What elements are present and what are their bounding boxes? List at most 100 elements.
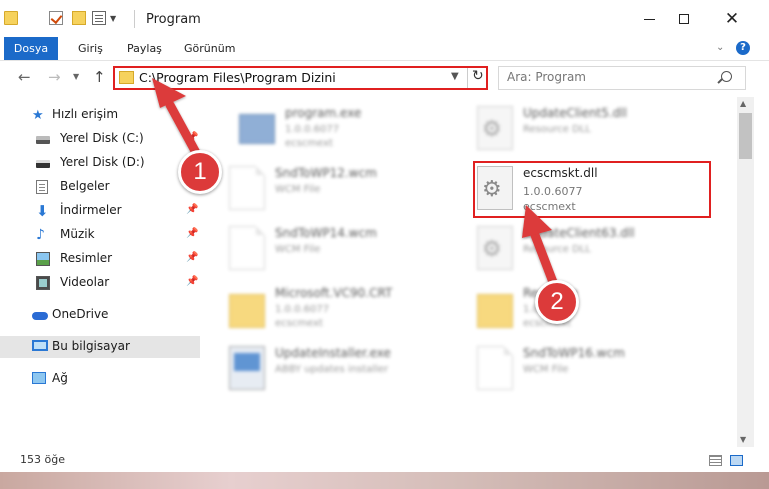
sidebar-item-pictures[interactable]: Resimler 📌	[0, 248, 200, 270]
dll-file-icon	[477, 226, 513, 270]
ribbon-expand-icon[interactable]: ⌄	[716, 42, 724, 53]
address-bar[interactable]: C:\Program Files\Program Dizini ▼ ↻	[113, 66, 488, 90]
tab-view[interactable]: Görünüm	[184, 37, 235, 60]
address-separator	[467, 68, 468, 88]
folder-icon	[477, 294, 513, 328]
file-type: Resource DLL	[523, 124, 591, 135]
navigation-pane: ★ Hızlı erişim Yerel Disk (C:) 📌 Yerel D…	[0, 97, 205, 447]
pin-icon[interactable]: 📌	[186, 252, 198, 263]
item-count: 153 öğe	[20, 453, 65, 466]
file-page-icon	[477, 346, 513, 390]
file-item[interactable]: program.exe 1.0.0.6077 ecscmext	[215, 102, 455, 160]
sidebar-item-label: İndirmeler	[60, 203, 122, 217]
back-arrow-icon[interactable]: ←	[18, 68, 31, 86]
file-item[interactable]: SndToWP16.wcm WCM File	[453, 342, 693, 400]
sidebar-item-music[interactable]: ♪ Müzik 📌	[0, 224, 200, 246]
executable-icon	[239, 114, 275, 144]
close-button[interactable]: ✕	[708, 0, 756, 38]
refresh-icon[interactable]: ↻	[472, 68, 484, 84]
file-item[interactable]: UpdateClient5.dll Resource DLL	[453, 102, 693, 160]
file-name: UpdateClient5.dll	[523, 106, 627, 120]
tab-file[interactable]: Dosya	[4, 37, 58, 60]
pin-icon[interactable]: 📌	[186, 204, 198, 215]
file-company: ecscmext	[285, 138, 333, 149]
sidebar-item-label: Bu bilgisayar	[52, 339, 130, 353]
file-item[interactable]: SndToWP12.wcm WCM File	[205, 162, 445, 220]
search-box[interactable]	[498, 66, 746, 90]
sidebar-item-label: Yerel Disk (C:)	[60, 131, 144, 145]
quick-access-dropdown-icon[interactable]: ▼	[110, 14, 116, 23]
chevron-down-icon[interactable]: ▼	[451, 71, 459, 82]
help-icon[interactable]: ?	[736, 41, 750, 55]
file-type: WCM File	[275, 244, 321, 255]
tab-share[interactable]: Paylaş	[127, 37, 162, 60]
desktop-background	[0, 472, 769, 489]
scroll-thumb[interactable]	[739, 113, 752, 159]
dll-file-icon	[477, 106, 513, 150]
file-name: SndToWP16.wcm	[523, 346, 625, 360]
scroll-down-icon[interactable]: ▼	[740, 435, 746, 444]
search-input[interactable]	[507, 70, 707, 84]
scroll-up-icon[interactable]: ▲	[740, 99, 746, 108]
address-path[interactable]: C:\Program Files\Program Dizini	[139, 70, 336, 85]
sidebar-item-network[interactable]: Ağ	[0, 368, 200, 390]
folder-icon	[119, 71, 134, 84]
downloads-icon: ⬇	[36, 202, 49, 220]
file-name: SndToWP12.wcm	[275, 166, 377, 180]
file-item[interactable]: SndToWP14.wcm WCM File	[205, 222, 445, 280]
music-icon: ♪	[36, 227, 45, 243]
sidebar-item-label: OneDrive	[52, 307, 109, 321]
folder-icon	[4, 11, 18, 25]
maximize-button[interactable]	[660, 0, 708, 38]
details-view-icon[interactable]	[709, 455, 722, 466]
sidebar-item-this-pc[interactable]: Bu bilgisayar	[0, 336, 200, 358]
pin-icon[interactable]: 📌	[186, 276, 198, 287]
up-arrow-icon[interactable]: ↑	[93, 68, 106, 86]
step-badge-2: 2	[535, 280, 579, 324]
properties-check-icon[interactable]	[49, 11, 63, 25]
sidebar-item-videos[interactable]: Videolar 📌	[0, 272, 200, 294]
sidebar-item-label: Müzik	[60, 227, 95, 241]
file-type: WCM File	[275, 184, 321, 195]
window-title: Program	[146, 12, 201, 27]
pin-icon[interactable]: 📌	[186, 132, 198, 143]
sidebar-item-documents[interactable]: Belgeler	[0, 176, 200, 198]
tab-home[interactable]: Giriş	[78, 37, 103, 60]
file-version: 1.0.0.6077	[285, 124, 340, 135]
vertical-scrollbar[interactable]: ▲ ▼	[737, 97, 754, 447]
file-item[interactable]: UpdateClient63.dll Resource DLL	[453, 222, 693, 280]
search-icon[interactable]	[721, 71, 732, 82]
sidebar-item-local-disk-c[interactable]: Yerel Disk (C:) 📌	[0, 128, 200, 150]
sidebar-item-label: Belgeler	[60, 179, 110, 193]
forward-arrow-icon[interactable]: →	[48, 68, 61, 86]
file-item[interactable]: UpdateInstaller.exe ABBY updates install…	[205, 342, 445, 400]
file-type: ABBY updates installer	[275, 364, 389, 375]
star-icon: ★	[32, 108, 44, 123]
sidebar-item-downloads[interactable]: ⬇ İndirmeler 📌	[0, 200, 200, 222]
cloud-icon	[32, 312, 48, 320]
recent-locations-icon[interactable]: ▼	[73, 72, 79, 81]
network-icon	[32, 372, 46, 384]
ribbon: Dosya Giriş Paylaş Görünüm ⌄ ?	[0, 37, 769, 61]
file-page-icon	[229, 226, 265, 270]
sidebar-item-onedrive[interactable]: OneDrive	[0, 304, 200, 326]
new-folder-icon[interactable]	[72, 11, 86, 25]
title-bar: ▼ Program ✕	[0, 0, 769, 38]
file-page-icon	[229, 166, 265, 210]
properties-icon[interactable]	[92, 11, 106, 25]
file-item[interactable]: Microsoft.VC90.CRT 1.0.0.6077 ecscmext	[205, 282, 445, 340]
pin-icon[interactable]: 📌	[186, 228, 198, 239]
large-icons-view-icon[interactable]	[730, 455, 743, 466]
status-bar: 153 öğe	[0, 447, 769, 472]
title-separator	[134, 10, 135, 28]
sidebar-item-quick-access[interactable]: ★ Hızlı erişim	[0, 104, 200, 126]
computer-icon	[32, 340, 48, 351]
navigation-bar: ← → ▼ ↑ C:\Program Files\Program Dizini …	[0, 61, 769, 95]
maximize-icon	[679, 14, 689, 24]
file-name: UpdateInstaller.exe	[275, 346, 391, 360]
sidebar-item-label: Videolar	[60, 275, 110, 289]
sidebar-item-local-disk-d[interactable]: Yerel Disk (D:)	[0, 152, 200, 174]
sidebar-item-label: Hızlı erişim	[52, 107, 119, 121]
close-icon: ✕	[724, 9, 740, 29]
file-name: SndToWP14.wcm	[275, 226, 377, 240]
